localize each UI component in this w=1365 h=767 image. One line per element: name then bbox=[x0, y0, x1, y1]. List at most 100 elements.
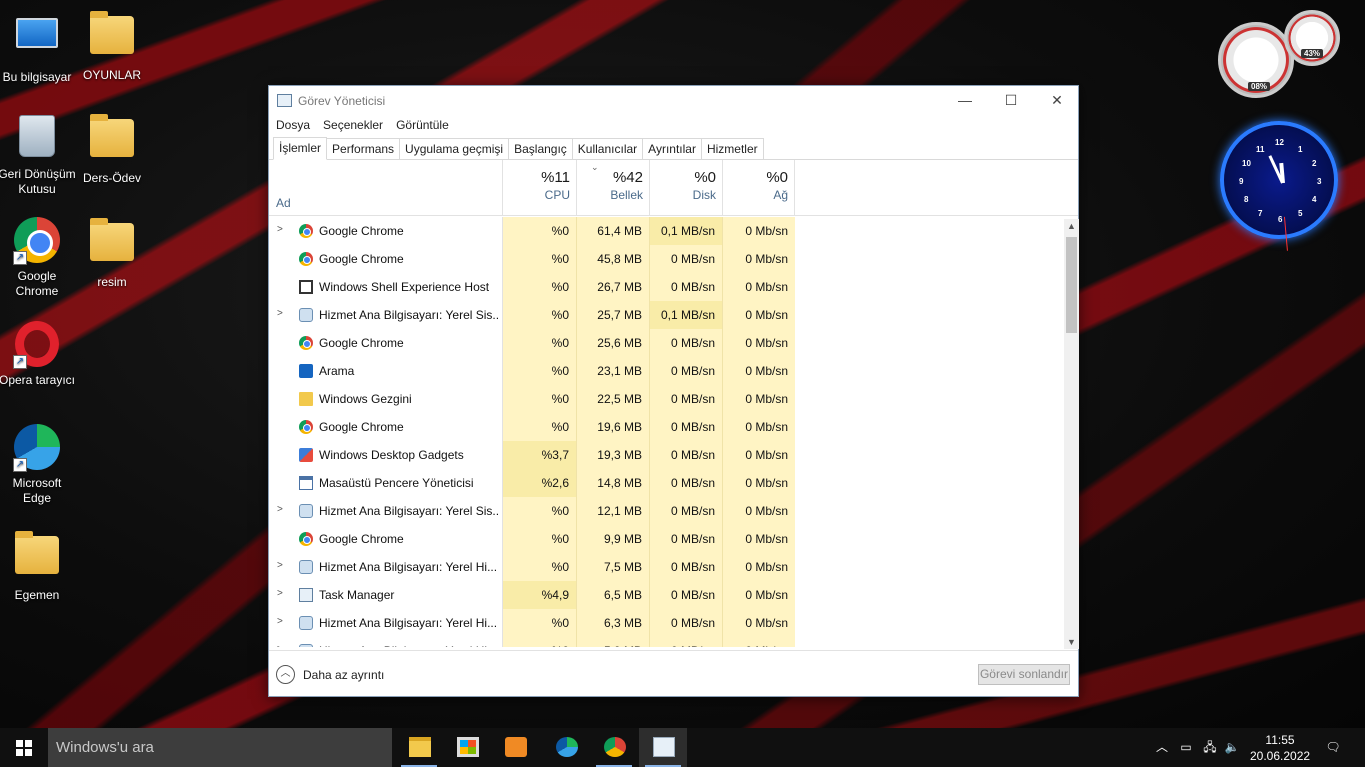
expand-chevron-icon[interactable]: > bbox=[277, 224, 283, 235]
expand-chevron-icon[interactable]: > bbox=[277, 560, 283, 571]
tab-strip: İşlemler Performans Uygulama geçmişi Baş… bbox=[269, 136, 1078, 160]
process-cpu: %0 bbox=[503, 273, 576, 301]
expand-chevron-icon[interactable]: > bbox=[277, 588, 283, 599]
process-row[interactable]: > Task Manager %4,9 6,5 MB 0 MB/sn 0 Mb/sn bbox=[269, 581, 1064, 609]
process-name: Hizmet Ana Bilgisayarı: Yerel Hi... bbox=[319, 560, 498, 574]
sort-descending-icon: ⌄ bbox=[591, 162, 599, 172]
file-explorer-icon bbox=[409, 737, 431, 757]
column-divider bbox=[502, 217, 503, 647]
process-memory: 9,9 MB bbox=[576, 525, 649, 553]
process-row[interactable]: Google Chrome %0 19,6 MB 0 MB/sn 0 Mb/sn bbox=[269, 413, 1064, 441]
desktop-icon-resim[interactable]: resim bbox=[72, 217, 152, 290]
process-cpu: %0 bbox=[503, 385, 576, 413]
taskbar-file-explorer[interactable] bbox=[395, 728, 443, 767]
expand-chevron-icon[interactable]: > bbox=[277, 504, 283, 515]
process-row[interactable]: > Google Chrome %0 61,4 MB 0,1 MB/sn 0 Mb/sn bbox=[269, 217, 1064, 245]
process-row[interactable]: Windows Gezgini %0 22,5 MB 0 MB/sn 0 Mb/sn bbox=[269, 385, 1064, 413]
desktop-icon-google-chrome[interactable]: ↗ Google Chrome bbox=[0, 217, 77, 299]
taskbar-store[interactable] bbox=[443, 728, 491, 767]
fewer-details-button[interactable]: ︿ Daha az ayrıntı bbox=[276, 665, 384, 684]
desktop-icon-this-pc[interactable]: Bu bilgisayar bbox=[0, 10, 77, 85]
taskbar-clock[interactable]: 11:55 20.06.2022 bbox=[1250, 732, 1310, 764]
menu-options[interactable]: Seçenekler bbox=[323, 118, 383, 132]
process-memory: 7,5 MB bbox=[576, 553, 649, 581]
task-manager-window[interactable]: Görev Yöneticisi — ☐ ✕ Dosya Seçenekler … bbox=[268, 85, 1079, 697]
process-name: Windows Shell Experience Host bbox=[319, 280, 490, 294]
process-row[interactable]: Windows Shell Experience Host %0 26,7 MB 0 … bbox=[269, 273, 1064, 301]
process-memory: 14,8 MB bbox=[576, 469, 649, 497]
end-task-button[interactable]: Görevi sonlandır bbox=[978, 664, 1070, 685]
desktop-icon-egemen[interactable]: Egemen bbox=[0, 530, 77, 603]
start-button[interactable] bbox=[0, 728, 48, 767]
tab-services[interactable]: Hizmetler bbox=[700, 138, 764, 159]
taskbar-media-player[interactable] bbox=[491, 728, 539, 767]
process-disk: 0 MB/sn bbox=[649, 329, 722, 357]
desktop-icon-oyunlar[interactable]: OYUNLAR bbox=[72, 10, 152, 83]
clock-gadget[interactable]: 12 1 2 3 4 5 6 7 8 9 10 11 bbox=[1220, 121, 1338, 251]
column-header-memory[interactable]: ⌄ %42 Bellek bbox=[576, 160, 649, 216]
scroll-up-icon[interactable]: ▲ bbox=[1064, 219, 1079, 233]
process-row[interactable]: > Hizmet Ana Bilgisayarı: Yerel Hi... %0 7,… bbox=[269, 553, 1064, 581]
volume-icon[interactable]: 🔈 bbox=[1222, 728, 1242, 767]
menu-view[interactable]: Görüntüle bbox=[396, 118, 449, 132]
cpu-gauge-gadget[interactable]: 08% bbox=[1218, 22, 1294, 98]
memory-gauge-gadget[interactable]: 43% bbox=[1284, 10, 1340, 66]
column-header-network[interactable]: %0 Ağ bbox=[722, 160, 795, 216]
process-name: Google Chrome bbox=[319, 420, 404, 434]
desktop-icon-opera[interactable]: ↗ Opera tarayıcı bbox=[0, 321, 77, 388]
process-cpu: %0 bbox=[503, 553, 576, 581]
tab-app-history[interactable]: Uygulama geçmişi bbox=[399, 138, 510, 159]
tab-startup[interactable]: Başlangıç bbox=[508, 138, 573, 159]
maximize-button[interactable]: ☐ bbox=[988, 86, 1034, 114]
tab-processes[interactable]: İşlemler bbox=[273, 137, 328, 160]
process-row[interactable]: > Hizmet Ana Bilgisayarı: Yerel Sis... %0 2… bbox=[269, 301, 1064, 329]
expand-chevron-icon[interactable]: > bbox=[277, 616, 283, 627]
desktop-icon-label: Ders-Ödev bbox=[82, 171, 141, 185]
edge-icon bbox=[556, 737, 578, 757]
chrome-icon: ↗ bbox=[13, 217, 61, 265]
process-row[interactable]: > Hizmet Ana Bilgisayarı: Yerel Sis... %0 1… bbox=[269, 497, 1064, 525]
column-header-cpu[interactable]: %11 CPU bbox=[502, 160, 576, 216]
process-row[interactable]: Google Chrome %0 45,8 MB 0 MB/sn 0 Mb/sn bbox=[269, 245, 1064, 273]
process-cpu: %0 bbox=[503, 245, 576, 273]
process-row[interactable]: Google Chrome %0 9,9 MB 0 MB/sn 0 Mb/sn bbox=[269, 525, 1064, 553]
process-row[interactable]: Masaüstü Pencere Yöneticisi %2,6 14,8 MB 0 … bbox=[269, 469, 1064, 497]
process-row[interactable]: Google Chrome %0 25,6 MB 0 MB/sn 0 Mb/sn bbox=[269, 329, 1064, 357]
taskbar-chrome[interactable] bbox=[590, 728, 638, 767]
process-memory: 61,4 MB bbox=[576, 217, 649, 245]
tab-performance[interactable]: Performans bbox=[326, 138, 401, 159]
taskbar-search-box[interactable]: Windows'u ara bbox=[48, 728, 392, 767]
expand-chevron-icon[interactable]: > bbox=[277, 308, 283, 319]
tab-details[interactable]: Ayrıntılar bbox=[642, 138, 702, 159]
show-hidden-icons-chevron-icon[interactable]: ︿ bbox=[1153, 728, 1171, 767]
process-row[interactable]: Arama %0 23,1 MB 0 MB/sn 0 Mb/sn bbox=[269, 357, 1064, 385]
process-memory: 5,9 MB bbox=[576, 637, 649, 647]
desktop-icon-ders-odev[interactable]: Ders-Ödev bbox=[72, 113, 152, 186]
scroll-down-icon[interactable]: ▼ bbox=[1064, 635, 1079, 649]
task-manager-icon bbox=[653, 737, 675, 757]
desktop-icon-recycle-bin[interactable]: Geri Dönüşüm Kutusu bbox=[0, 113, 77, 197]
process-network: 0 Mb/sn bbox=[722, 497, 795, 525]
expand-chevron-icon[interactable]: > bbox=[277, 644, 283, 647]
scrollbar-thumb[interactable] bbox=[1066, 237, 1077, 333]
title-bar[interactable]: Görev Yöneticisi — ☐ ✕ bbox=[269, 86, 1078, 114]
process-row[interactable]: > Hizmet Ana Bilgisayarı: Yerel Hi... %05,… bbox=[269, 637, 1064, 647]
taskbar-task-manager[interactable] bbox=[639, 728, 687, 767]
notifications-icon[interactable]: 🗨 bbox=[1320, 728, 1346, 767]
desktop-icon-edge[interactable]: ↗ Microsoft Edge bbox=[0, 424, 77, 506]
process-row[interactable]: > Hizmet Ana Bilgisayarı: Yerel Hi... %0 6,… bbox=[269, 609, 1064, 637]
process-name: Task Manager bbox=[319, 588, 395, 602]
vertical-scrollbar[interactable]: ▲ ▼ bbox=[1064, 219, 1079, 649]
column-header-name[interactable]: Ad bbox=[276, 196, 291, 210]
tab-users[interactable]: Kullanıcılar bbox=[571, 138, 644, 159]
network-icon[interactable]: 🖧 bbox=[1200, 728, 1220, 767]
menu-file[interactable]: Dosya bbox=[276, 118, 310, 132]
minimize-button[interactable]: — bbox=[942, 86, 988, 114]
process-network: 0 Mb/sn bbox=[722, 469, 795, 497]
close-button[interactable]: ✕ bbox=[1034, 86, 1080, 114]
taskbar-edge[interactable] bbox=[542, 728, 590, 767]
column-header-disk[interactable]: %0 Disk bbox=[649, 160, 722, 216]
process-row[interactable]: Windows Desktop Gadgets %3,7 19,3 MB 0 MB/s… bbox=[269, 441, 1064, 469]
battery-icon[interactable]: ▭ bbox=[1176, 728, 1196, 767]
process-memory: 6,3 MB bbox=[576, 609, 649, 637]
